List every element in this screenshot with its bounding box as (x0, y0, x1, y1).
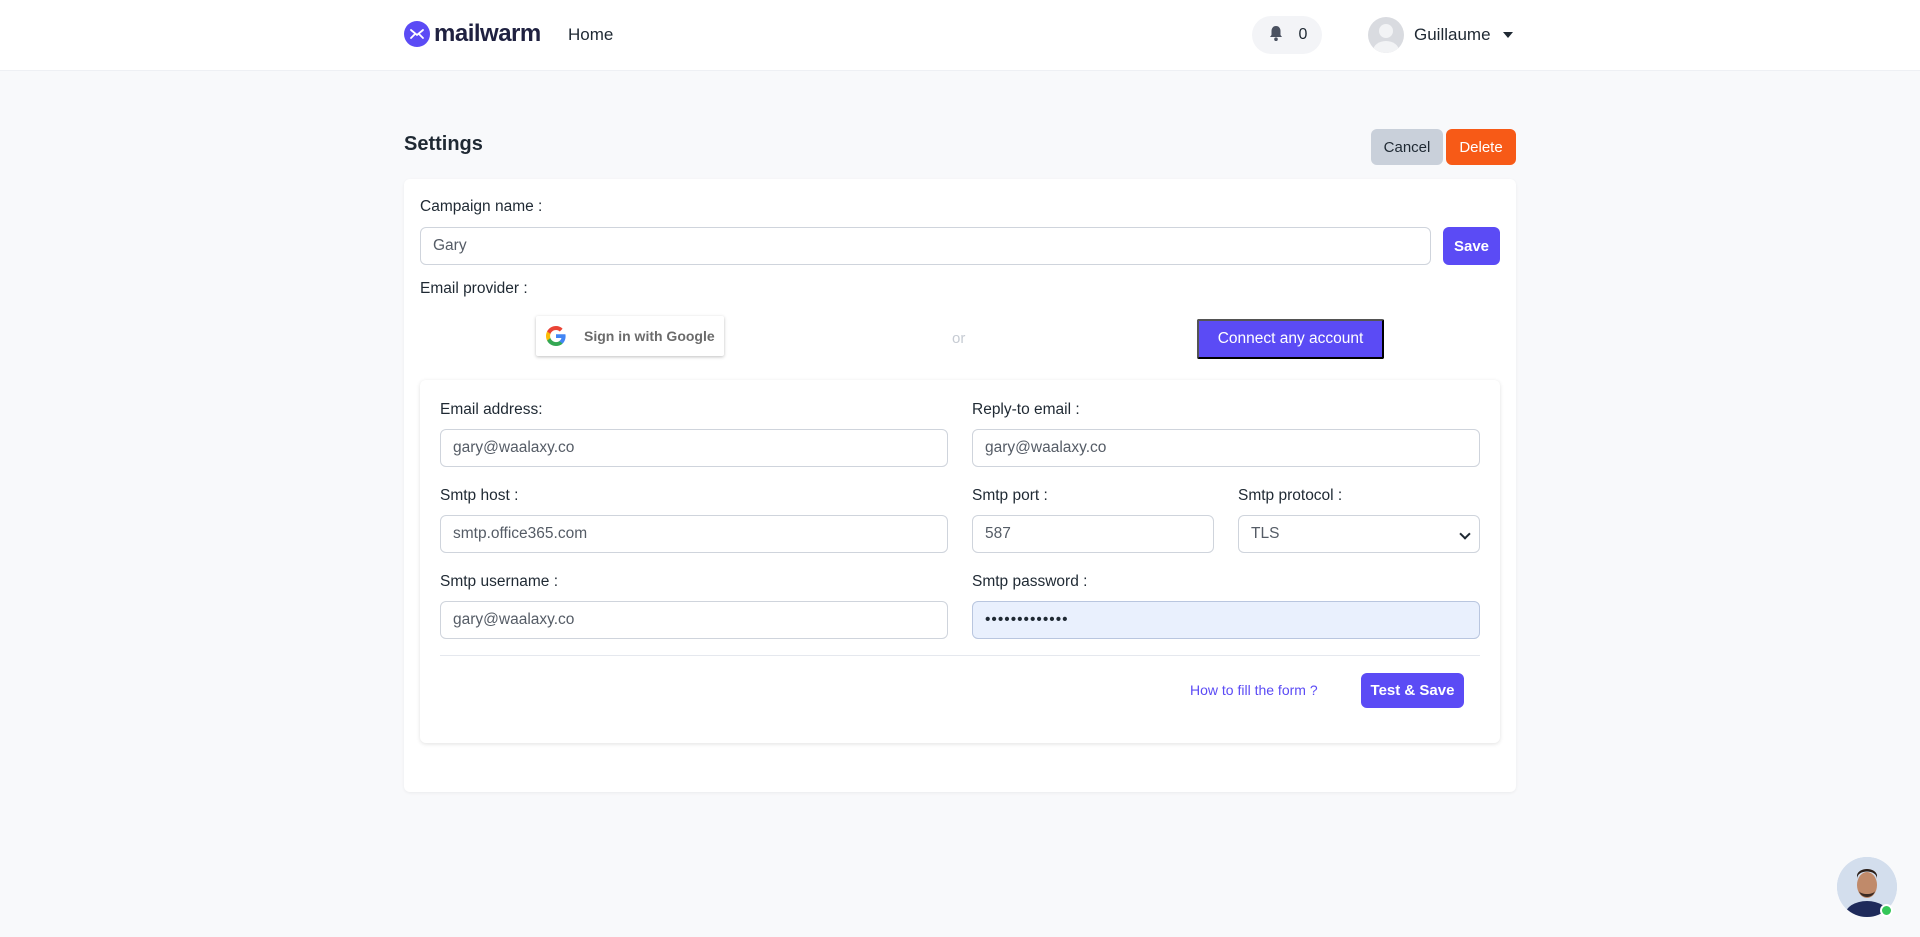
cancel-button[interactable]: Cancel (1371, 129, 1443, 165)
smtp-username-label: Smtp username : (440, 573, 559, 590)
smtp-protocol-select[interactable]: TLS (1238, 515, 1480, 553)
reply-to-field[interactable]: gary@waalaxy.co (972, 429, 1480, 467)
campaign-name-input[interactable]: Gary (420, 227, 1431, 265)
page-title: Settings (404, 133, 483, 155)
smtp-protocol-label: Smtp protocol : (1238, 487, 1343, 504)
google-signin-button[interactable]: Sign in with Google (536, 316, 724, 356)
notifications-button[interactable]: 0 (1252, 16, 1322, 54)
smtp-password-field[interactable]: ••••••••••••• (972, 601, 1480, 639)
email-address-label: Email address: (440, 401, 543, 418)
google-signin-label: Sign in with Google (584, 328, 715, 344)
reply-to-label: Reply-to email : (972, 401, 1080, 418)
google-icon (546, 326, 566, 346)
avatar (1368, 17, 1404, 53)
nav-link-home[interactable]: Home (568, 25, 613, 45)
email-provider-label: Email provider : (420, 280, 528, 297)
user-name: Guillaume (1414, 25, 1491, 44)
save-button[interactable]: Save (1443, 227, 1500, 265)
how-to-fill-form-link[interactable]: How to fill the form ? (1190, 682, 1318, 698)
brand-name: mailwarm (434, 20, 541, 47)
campaign-name-label: Campaign name : (420, 198, 543, 215)
user-menu[interactable]: Guillaume (1368, 17, 1513, 53)
or-separator: or (952, 330, 966, 347)
mail-logo-icon (404, 21, 430, 47)
smtp-port-field[interactable]: 587 (972, 515, 1214, 553)
online-status-dot (1880, 904, 1893, 917)
connect-any-account-button[interactable]: Connect any account (1197, 319, 1384, 359)
smtp-host-label: Smtp host : (440, 487, 519, 504)
notifications-count: 0 (1298, 26, 1308, 43)
chevron-down-icon (1459, 528, 1471, 540)
smtp-username-field[interactable]: gary@waalaxy.co (440, 601, 948, 639)
email-address-field[interactable]: gary@waalaxy.co (440, 429, 948, 467)
top-navbar: mailwarm Home 0 Guillaume (0, 0, 1920, 71)
smtp-port-label: Smtp port : (972, 487, 1048, 504)
bell-icon (1267, 24, 1285, 47)
smtp-host-field[interactable]: smtp.office365.com (440, 515, 948, 553)
smtp-protocol-value: TLS (1251, 525, 1280, 542)
smtp-password-label: Smtp password : (972, 573, 1088, 590)
delete-button[interactable]: Delete (1446, 129, 1516, 165)
chevron-down-icon (1502, 32, 1513, 38)
brand-logo[interactable]: mailwarm (404, 20, 541, 48)
test-and-save-button[interactable]: Test & Save (1361, 673, 1464, 708)
form-divider (440, 655, 1480, 656)
